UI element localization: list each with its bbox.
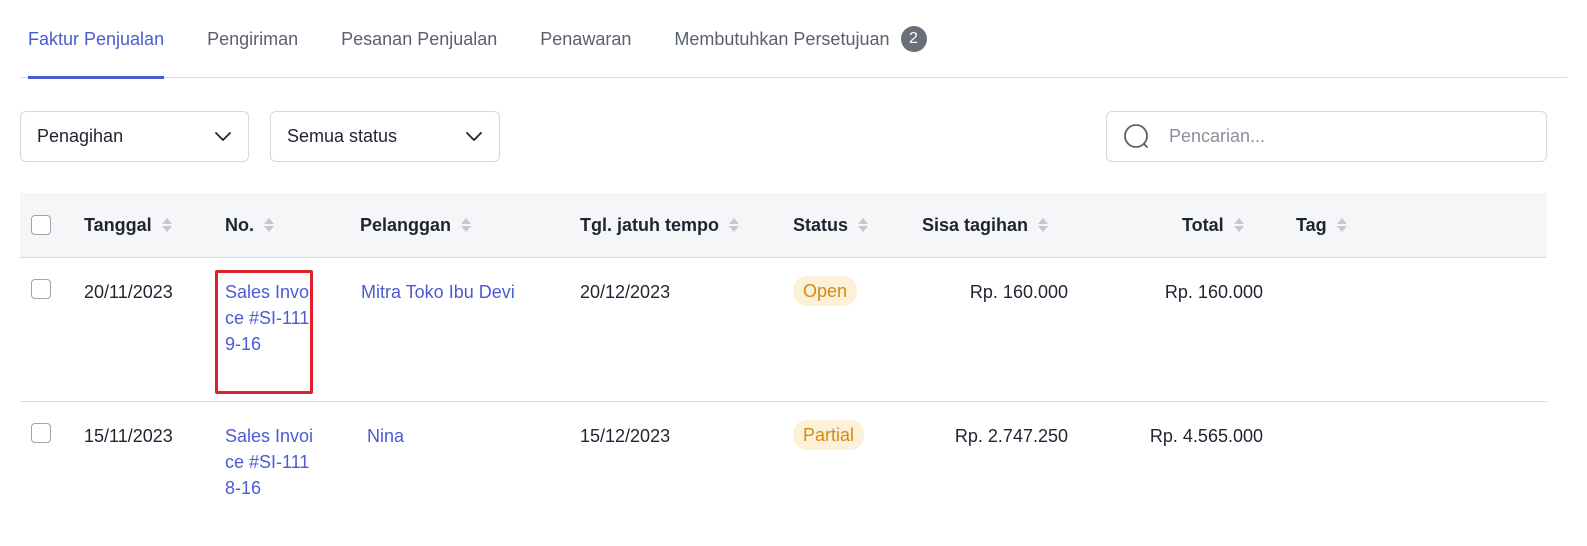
search-box	[1106, 111, 1547, 162]
total-cell: Rp. 160.000	[1164, 282, 1263, 302]
tab-label: Faktur Penjualan	[28, 29, 165, 49]
sort-icon	[1038, 218, 1049, 232]
invoice-number-link[interactable]: Sales Invoice #SI-1118-16	[225, 423, 315, 501]
column-header-date[interactable]: Tanggal	[84, 193, 172, 257]
search-icon	[1123, 123, 1151, 151]
chevron-down-icon	[465, 128, 483, 146]
balance-cell: Rp. 2.747.250	[954, 426, 1068, 446]
column-header-balance[interactable]: Sisa tagihan	[922, 193, 1049, 257]
table-header: Tanggal No. Pelanggan Tgl. jatuh tempo S…	[20, 193, 1547, 258]
header-label: Tanggal	[84, 214, 152, 235]
column-header-due-date[interactable]: Tgl. jatuh tempo	[580, 193, 739, 257]
balance-cell: Rp. 160.000	[969, 282, 1068, 302]
column-header-total[interactable]: Total	[1182, 193, 1244, 257]
invoice-number-link[interactable]: Sales Invoice #SI-1119-16	[225, 279, 315, 357]
status-badge: Open	[793, 276, 858, 306]
sort-icon	[161, 218, 172, 232]
tab-label: Pengiriman	[207, 29, 299, 49]
sort-icon	[729, 218, 739, 232]
tab-label: Pesanan Penjualan	[341, 29, 498, 49]
tab-faktur-penjualan[interactable]: Faktur Penjualan	[28, 0, 165, 79]
tab-label: Membutuhkan Persetujuan	[674, 29, 890, 49]
table-row: 20/11/2023 Sales Invoice #SI-1119-16 Mit…	[20, 258, 1547, 402]
sort-icon	[1233, 218, 1244, 232]
customer-link[interactable]: Nina	[367, 423, 404, 449]
tab-pesanan-penjualan[interactable]: Pesanan Penjualan	[341, 0, 497, 78]
header-label: Pelanggan	[360, 214, 452, 235]
status-select[interactable]: Semua status	[270, 111, 500, 162]
sort-icon	[1336, 218, 1347, 232]
select-value: Penagihan	[37, 126, 124, 146]
tab-penawaran[interactable]: Penawaran	[540, 0, 631, 78]
total-cell: Rp. 4.565.000	[1149, 426, 1263, 446]
select-value: Semua status	[287, 126, 398, 146]
tab-label: Penawaran	[540, 29, 632, 49]
header-label: Tag	[1296, 214, 1327, 235]
header-label: Status	[793, 214, 849, 235]
chevron-down-icon	[214, 128, 232, 146]
date-cell: 20/11/2023	[84, 282, 173, 302]
table-row: 15/11/2023 Sales Invoice #SI-1118-16 Nin…	[20, 402, 1547, 546]
column-header-customer[interactable]: Pelanggan	[360, 193, 472, 257]
due-date-cell: 15/12/2023	[580, 426, 671, 446]
column-header-number[interactable]: No.	[225, 193, 274, 257]
tab-pengiriman[interactable]: Pengiriman	[207, 0, 298, 78]
column-header-status[interactable]: Status	[793, 193, 869, 257]
header-label: Tgl. jatuh tempo	[580, 214, 719, 235]
sort-icon	[264, 218, 274, 232]
search-input[interactable]	[1167, 125, 1527, 148]
date-cell: 15/11/2023	[84, 426, 173, 446]
tab-membutuhkan-persetujuan[interactable]: Membutuhkan Persetujuan 2	[674, 0, 927, 78]
billing-type-select[interactable]: Penagihan	[20, 111, 249, 162]
row-checkbox[interactable]	[31, 279, 51, 299]
tab-bar: Faktur Penjualan Pengiriman Pesanan Penj…	[20, 0, 1567, 79]
count-badge: 2	[900, 26, 927, 52]
header-label: No.	[225, 214, 254, 235]
customer-link[interactable]: Mitra Toko Ibu Devi	[361, 279, 515, 305]
column-header-tag[interactable]: Tag	[1296, 193, 1347, 257]
sort-icon	[461, 218, 472, 232]
header-label: Sisa tagihan	[922, 214, 1029, 235]
header-label: Total	[1182, 214, 1224, 235]
sort-icon	[858, 218, 869, 232]
status-badge: Partial	[793, 420, 865, 450]
due-date-cell: 20/12/2023	[580, 282, 671, 302]
invoice-table: Tanggal No. Pelanggan Tgl. jatuh tempo S…	[20, 193, 1547, 546]
select-all-checkbox[interactable]	[31, 215, 51, 235]
row-checkbox[interactable]	[31, 423, 51, 443]
